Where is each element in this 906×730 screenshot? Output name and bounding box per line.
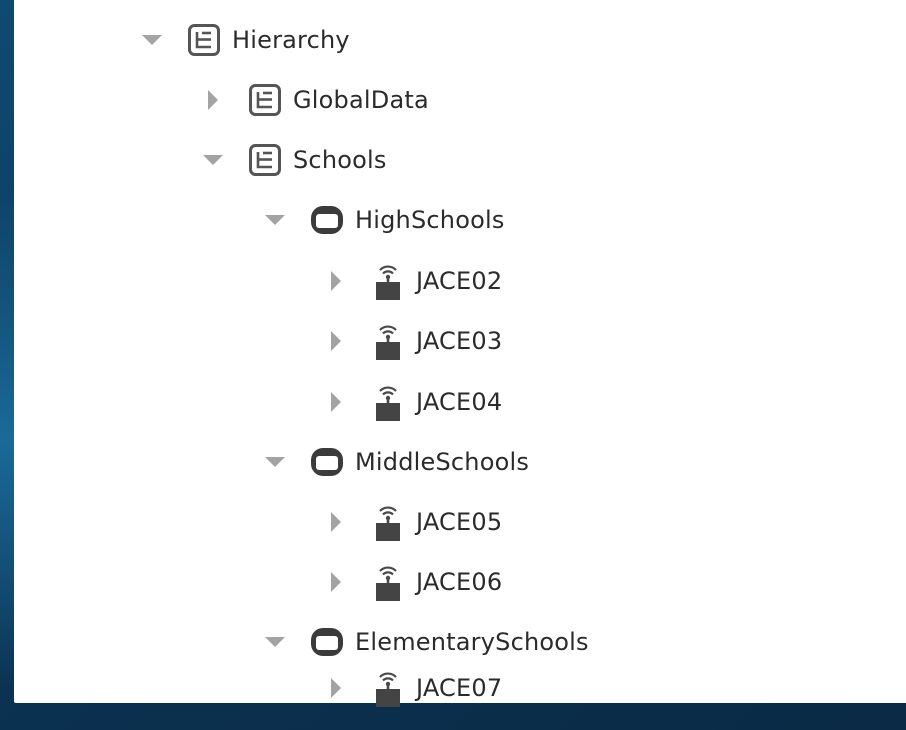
- tree-node-label: Schools: [293, 146, 387, 174]
- collapse-arrow-icon[interactable]: [260, 447, 290, 477]
- hierarchy-icon: [183, 20, 225, 60]
- tree-node-label: JACE06: [416, 568, 503, 596]
- hierarchy-icon: [244, 80, 286, 120]
- tree-node-label: ElementarySchools: [355, 628, 589, 656]
- station-icon: [367, 261, 409, 301]
- collapse-arrow-icon[interactable]: [260, 205, 290, 235]
- folder-icon: [306, 442, 348, 482]
- tree-node-label: JACE05: [416, 508, 503, 536]
- collapse-arrow-icon[interactable]: [137, 25, 167, 55]
- expand-arrow-icon[interactable]: [321, 673, 351, 703]
- tree-node-jace05[interactable]: JACE05: [321, 492, 502, 552]
- tree-node-jace04[interactable]: JACE04: [321, 372, 502, 432]
- tree-node-hierarchy[interactable]: Hierarchy: [137, 10, 350, 70]
- tree-node-elementaryschools[interactable]: ElementarySchools: [260, 612, 589, 672]
- station-icon: [367, 321, 409, 361]
- tree-node-jace07[interactable]: JACE07: [321, 672, 503, 707]
- expand-arrow-icon[interactable]: [321, 387, 351, 417]
- expand-arrow-icon[interactable]: [321, 326, 351, 356]
- expand-arrow-icon[interactable]: [321, 266, 351, 296]
- tree-node-label: MiddleSchools: [355, 448, 530, 476]
- station-icon: [367, 382, 409, 422]
- tree-node-label: JACE07: [416, 673, 503, 702]
- tree-node-jace02[interactable]: JACE02: [321, 251, 502, 311]
- tree-node-schools[interactable]: Schools: [198, 130, 387, 190]
- station-icon: [367, 502, 409, 542]
- collapse-arrow-icon[interactable]: [198, 145, 228, 175]
- tree-node-jace03[interactable]: JACE03: [321, 311, 502, 371]
- tree-node-middleschools[interactable]: MiddleSchools: [260, 432, 529, 492]
- tree-node-label: JACE02: [416, 267, 503, 295]
- folder-icon: [306, 200, 348, 240]
- station-icon: [367, 668, 409, 708]
- tree-node-label: JACE04: [416, 388, 503, 416]
- tree-node-label: Hierarchy: [232, 26, 350, 54]
- station-icon: [367, 562, 409, 602]
- tree-node-label: JACE03: [416, 327, 503, 355]
- hierarchy-tree-panel: Hierarchy GlobalData Schools HighSchools…: [14, 0, 906, 707]
- tree-node-label: GlobalData: [293, 86, 429, 114]
- tree-node-highschools[interactable]: HighSchools: [260, 190, 505, 250]
- tree-node-label: HighSchools: [355, 206, 505, 234]
- folder-icon: [306, 622, 348, 662]
- tree-node-globaldata[interactable]: GlobalData: [198, 70, 429, 130]
- collapse-arrow-icon[interactable]: [260, 627, 290, 657]
- hierarchy-icon: [244, 140, 286, 180]
- expand-arrow-icon[interactable]: [321, 507, 351, 537]
- expand-arrow-icon[interactable]: [321, 567, 351, 597]
- expand-arrow-icon[interactable]: [198, 85, 228, 115]
- tree-node-jace06[interactable]: JACE06: [321, 552, 502, 612]
